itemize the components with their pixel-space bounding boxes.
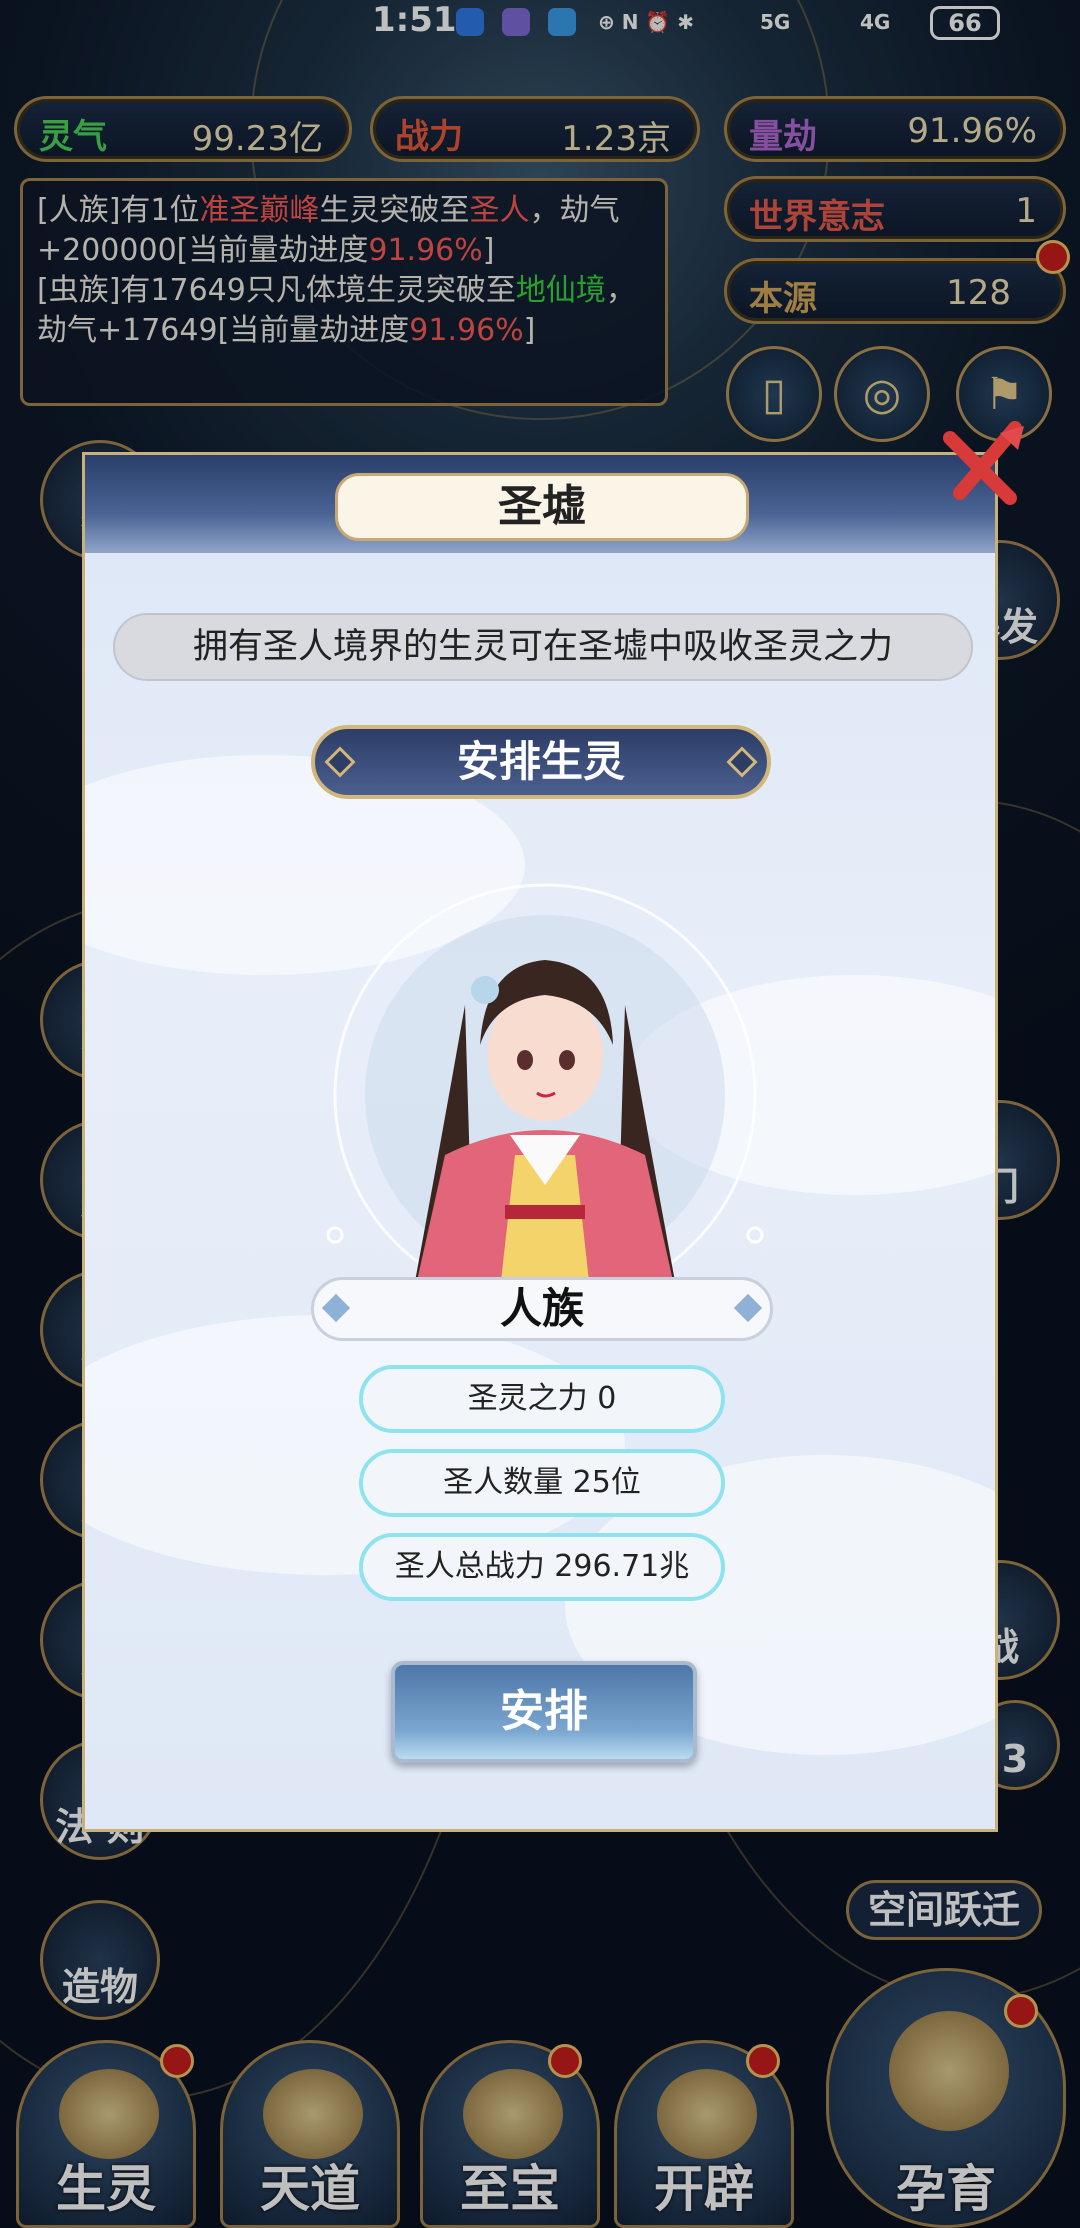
race-selector[interactable]: 人族 xyxy=(311,1277,773,1341)
info-shengling-power: 圣灵之力 0 xyxy=(359,1365,725,1433)
dialog-title: 圣墟 xyxy=(335,473,749,541)
diamond-icon xyxy=(324,746,356,778)
info-saint-count: 圣人数量 25位 xyxy=(359,1449,725,1517)
race-label: 人族 xyxy=(499,1284,584,1333)
arrange-header: 安排生灵 xyxy=(311,725,771,799)
character-portrait xyxy=(326,883,764,1335)
shengxu-dialog: 圣墟 拥有圣人境界的生灵可在圣墟中吸收圣灵之力 安排生灵 人族 圣灵之力 0 圣… xyxy=(82,452,998,1832)
close-icon[interactable] xyxy=(940,418,1030,508)
diamond-icon xyxy=(726,746,758,778)
prev-arrow-icon[interactable] xyxy=(321,1293,351,1323)
info-saint-total-power: 圣人总战力 296.71兆 xyxy=(359,1533,725,1601)
next-arrow-icon[interactable] xyxy=(733,1293,763,1323)
dialog-description: 拥有圣人境界的生灵可在圣墟中吸收圣灵之力 xyxy=(113,613,973,681)
arrange-header-label: 安排生灵 xyxy=(456,737,625,786)
arrange-button[interactable]: 安排 xyxy=(391,1661,697,1763)
